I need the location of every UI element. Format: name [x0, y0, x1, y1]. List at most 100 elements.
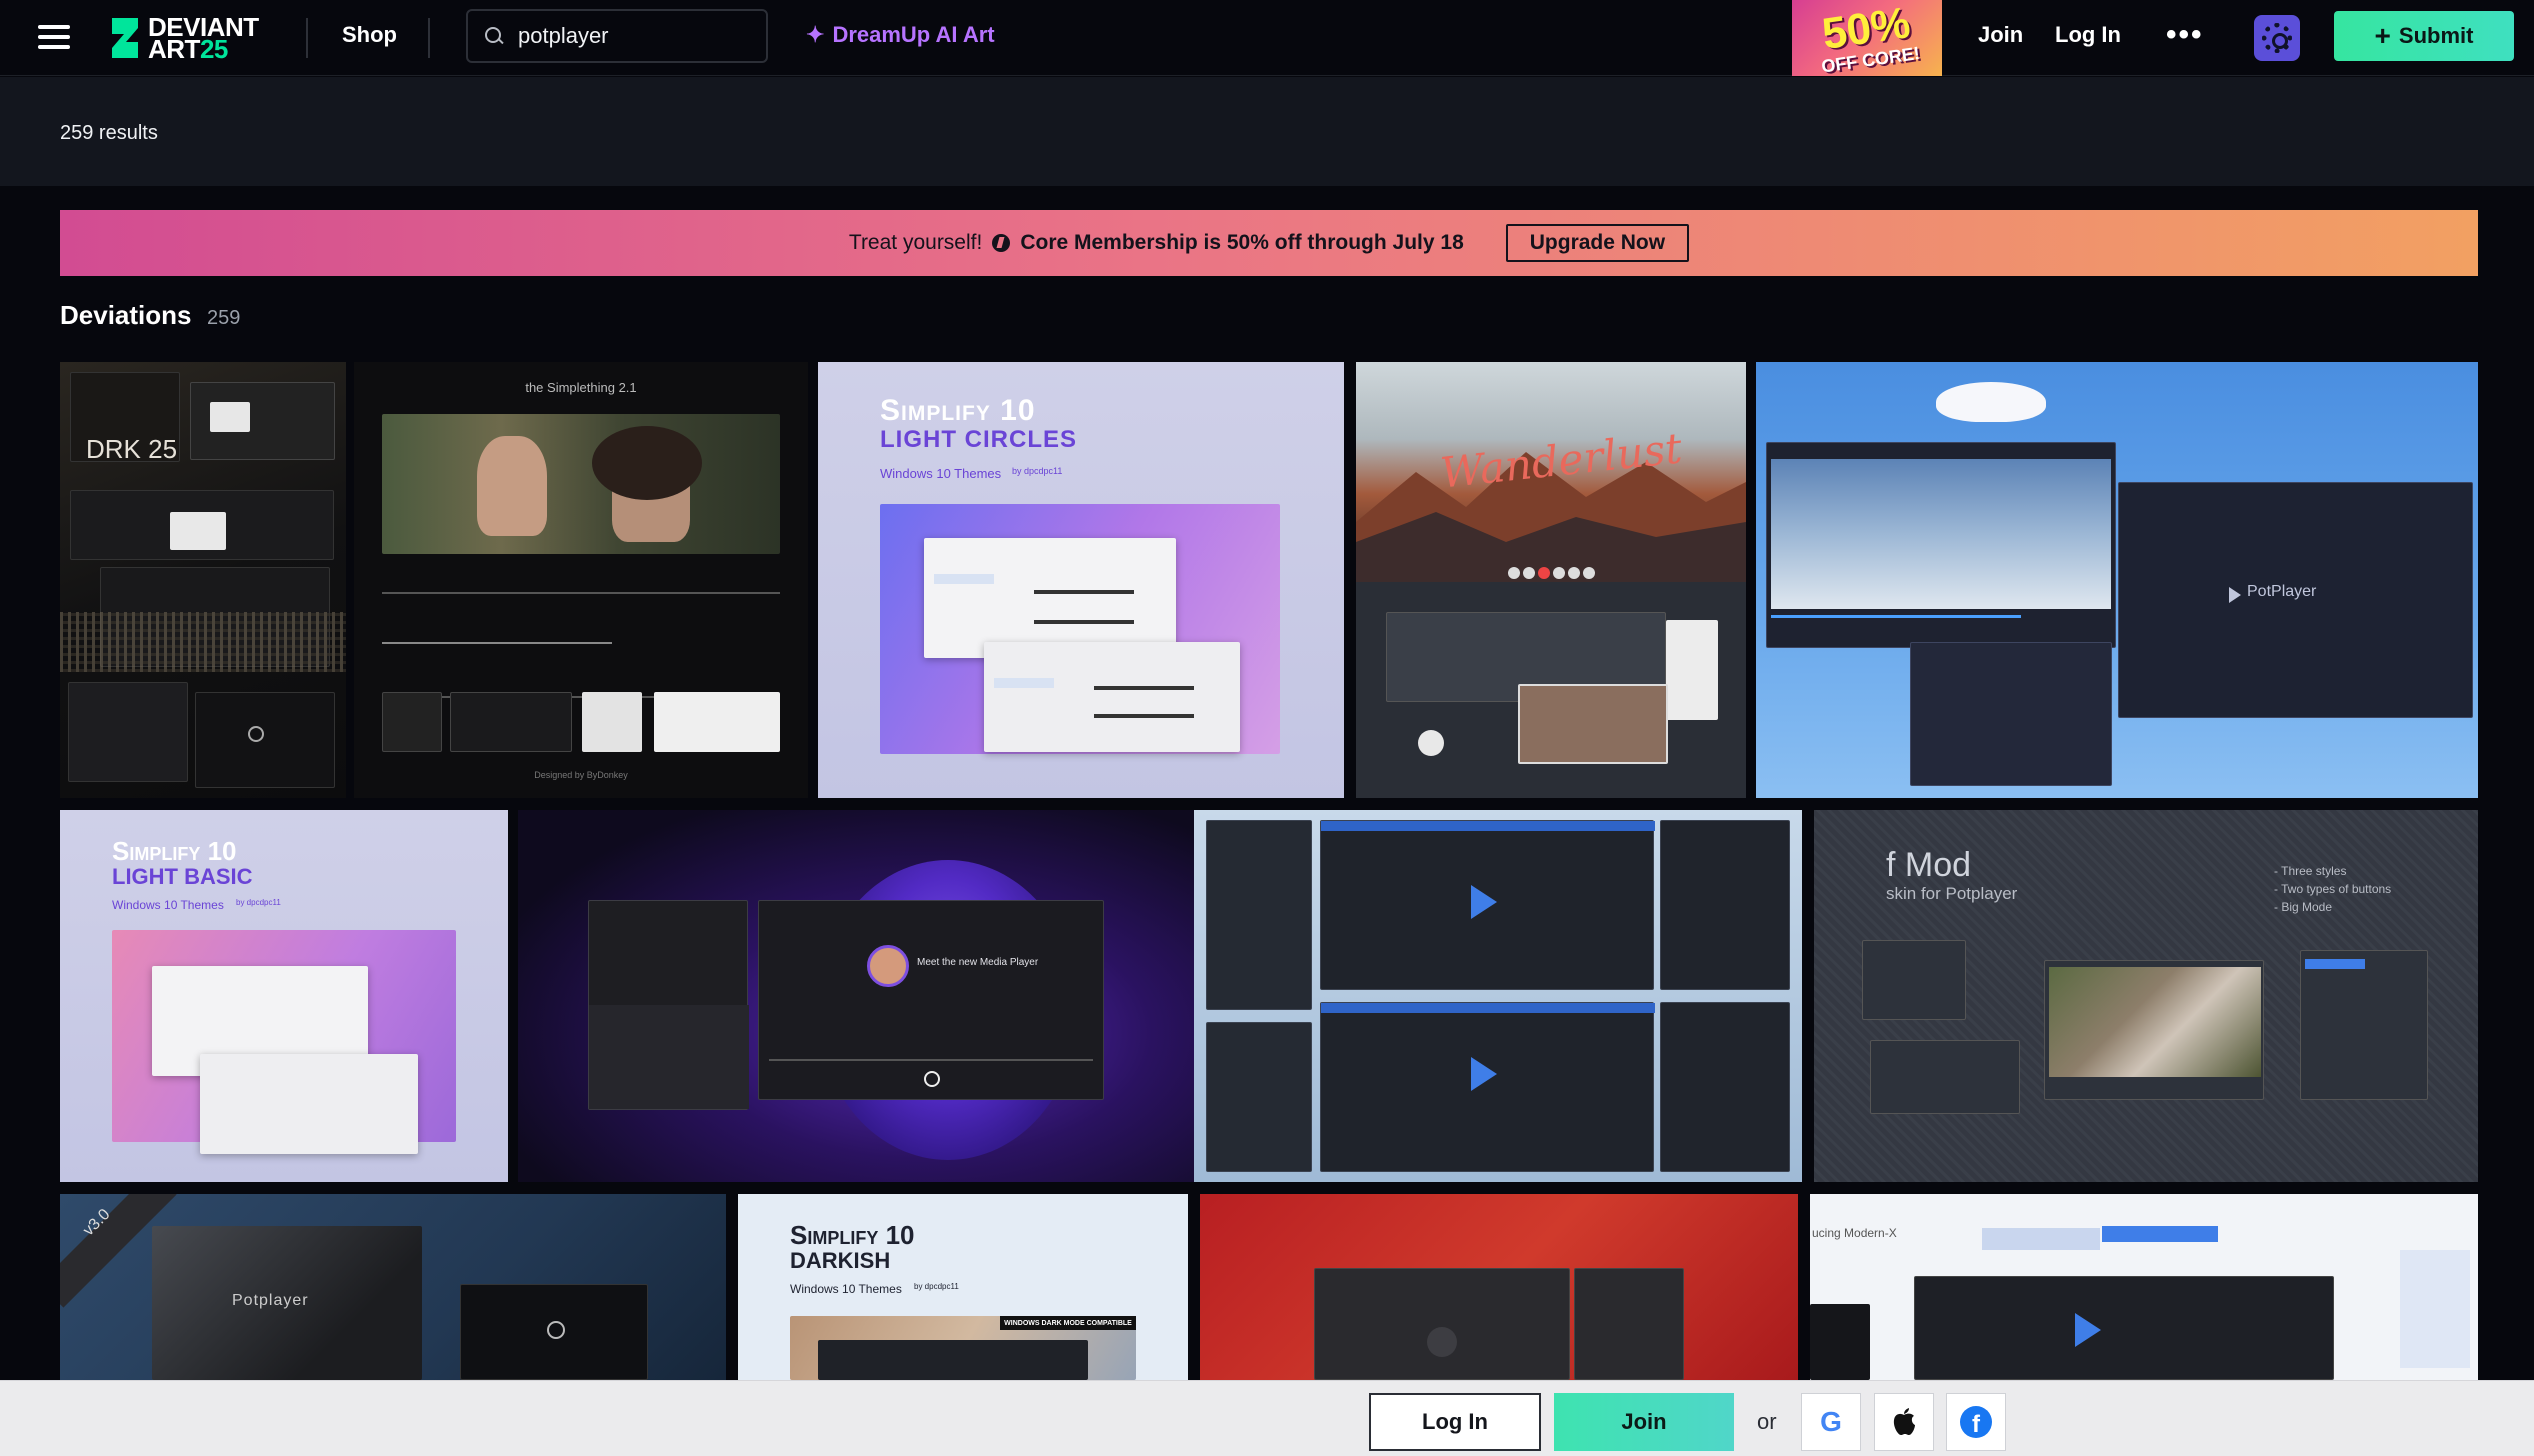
deviation-thumbnail[interactable]: DRK 25: [60, 362, 346, 798]
compat-badge: WINDOWS DARK MODE COMPATIBLE: [1000, 1316, 1136, 1330]
mock-window: [654, 692, 780, 752]
figure-shape: [477, 436, 547, 536]
mock-window: [170, 512, 226, 550]
feature-item: - Two types of buttons: [2274, 882, 2392, 896]
feature-item: - Three styles: [2274, 864, 2347, 878]
upgrade-now-button[interactable]: Upgrade Now: [1505, 224, 1690, 262]
dreamup-label: DreamUp AI Art: [832, 22, 995, 47]
thumb-title: Potplayer: [232, 1292, 309, 1309]
thumb-subtitle: Light Circles: [880, 426, 1077, 453]
figure-hair: [592, 426, 702, 500]
core-icon: [992, 234, 1011, 252]
avatar: [867, 945, 909, 987]
submit-button[interactable]: + Submit: [2334, 11, 2514, 61]
mock-window: [68, 682, 188, 782]
title-bar: [1321, 821, 1655, 831]
logo-wordmark: DEVIANT ART25: [148, 14, 259, 62]
mock-window: [450, 692, 572, 752]
deviation-thumbnail[interactable]: PotPlayer: [1756, 362, 2478, 798]
header-divider: [428, 18, 430, 58]
google-login-button[interactable]: G: [1801, 1393, 1861, 1451]
deviation-thumbnail[interactable]: Meet the new Media Player: [518, 810, 1194, 1182]
play-icon: [1471, 1057, 1497, 1091]
mock-window: [210, 402, 250, 432]
join-link[interactable]: Join: [1978, 22, 2023, 48]
thumb-title: the Simplething 2.1: [525, 380, 637, 395]
deviation-thumbnail[interactable]: Simplify 10 Light Basic Windows 10 Theme…: [60, 810, 508, 1182]
mock-window: [2044, 960, 2264, 1100]
bottom-login-button[interactable]: Log In: [1369, 1393, 1541, 1451]
video-frame: [1518, 684, 1668, 764]
mock-window: [1314, 1268, 1570, 1380]
facebook-login-button[interactable]: f: [1946, 1393, 2006, 1451]
dreamup-link[interactable]: ✦ DreamUp AI Art: [806, 22, 995, 48]
search-input[interactable]: potplayer: [466, 9, 768, 63]
shop-link[interactable]: Shop: [342, 22, 397, 48]
facebook-icon: f: [1960, 1406, 1992, 1438]
mock-window: Potplayer: [152, 1226, 422, 1380]
mock-window: PotPlayer: [2118, 482, 2473, 718]
mock-window: [1320, 820, 1655, 990]
play-icon: [1471, 885, 1497, 919]
deviation-thumbnail[interactable]: the Simplething 2.1 Designed by ByDonkey: [354, 362, 808, 798]
thumb-caption: Meet the new Media Player: [917, 957, 1039, 968]
login-link[interactable]: Log In: [2055, 22, 2121, 48]
play-button-icon: [1418, 730, 1444, 756]
deviation-thumbnail[interactable]: [1200, 1194, 1798, 1380]
video-frame: [2049, 967, 2261, 1077]
mock-window: [984, 642, 1240, 752]
deco-shape: [1982, 1228, 2100, 1250]
dock-icons: [1508, 567, 1608, 579]
mock-window: [818, 1340, 1088, 1380]
deviation-thumbnail[interactable]: [1194, 810, 1802, 1182]
flower-petal: [1936, 382, 2046, 422]
more-options-icon[interactable]: •••: [2166, 20, 2204, 50]
bottom-join-button[interactable]: Join: [1554, 1393, 1734, 1451]
mock-window: Meet the new Media Player: [758, 900, 1104, 1100]
feature-item: - Big Mode: [2274, 900, 2333, 914]
thumb-title: PotPlayer: [2247, 583, 2317, 600]
deviation-thumbnail[interactable]: v3.0 Potplayer: [60, 1194, 726, 1380]
deviation-thumbnail[interactable]: Wanderlust: [1356, 362, 1746, 798]
core-promo-badge[interactable]: 50% OFF CORE!: [1792, 0, 1942, 76]
deviation-thumbnail[interactable]: ucing Modern-X: [1810, 1194, 2478, 1380]
thumb-title: f Mod: [1886, 846, 1972, 884]
banner-lead: Treat yourself!: [848, 231, 983, 254]
or-label: or: [1757, 1409, 1777, 1434]
core-membership-banner[interactable]: Treat yourself! Core Membership is 50% o…: [60, 210, 2478, 276]
drive-bar: [1094, 686, 1194, 690]
mock-window: [1574, 1268, 1684, 1380]
play-icon: [2075, 1313, 2101, 1347]
mock-window: [1862, 940, 1966, 1020]
google-icon: G: [1820, 1406, 1842, 1437]
mock-window: [582, 692, 642, 752]
search-icon: [484, 26, 504, 46]
thumb-author: by dpcdpc11: [1012, 466, 1063, 476]
deviantart-logo[interactable]: DEVIANT ART25: [110, 12, 259, 64]
playlist-row: [2305, 959, 2365, 969]
thumb-subtitle: Darkish: [790, 1248, 891, 1273]
sidebar-row: [934, 574, 994, 584]
thumb-title: Simplify 10: [112, 836, 237, 866]
play-icon: [1427, 1327, 1457, 1357]
mock-window: [460, 1284, 648, 1380]
seek-bar: [382, 642, 612, 644]
deviation-thumbnail[interactable]: Simplify 10 Light Circles Windows 10 The…: [818, 362, 1344, 798]
play-icon: [2229, 587, 2241, 603]
thumb-author: by dpcdpc11: [914, 1282, 959, 1291]
thumb-tag: Windows 10 Themes: [790, 1282, 902, 1296]
header-divider: [306, 18, 308, 58]
thumb-tag: Windows 10 Themes: [880, 466, 1002, 481]
menu-icon[interactable]: [38, 22, 70, 52]
settings-button[interactable]: [2254, 15, 2300, 61]
mock-window: [1810, 1304, 1870, 1380]
deviation-thumbnail[interactable]: f Mod skin for Potplayer - Three styles …: [1814, 810, 2478, 1182]
deviation-thumbnail[interactable]: Simplify 10 Darkish Windows 10 Themes by…: [738, 1194, 1188, 1380]
apple-login-button[interactable]: [1874, 1393, 1934, 1451]
seek-bar: [1771, 615, 2021, 618]
thumb-tag: Windows 10 Themes: [112, 898, 224, 912]
play-icon: [248, 726, 264, 742]
mock-window: [200, 1054, 418, 1154]
mock-window: [382, 692, 442, 752]
mock-window: [1910, 642, 2112, 786]
